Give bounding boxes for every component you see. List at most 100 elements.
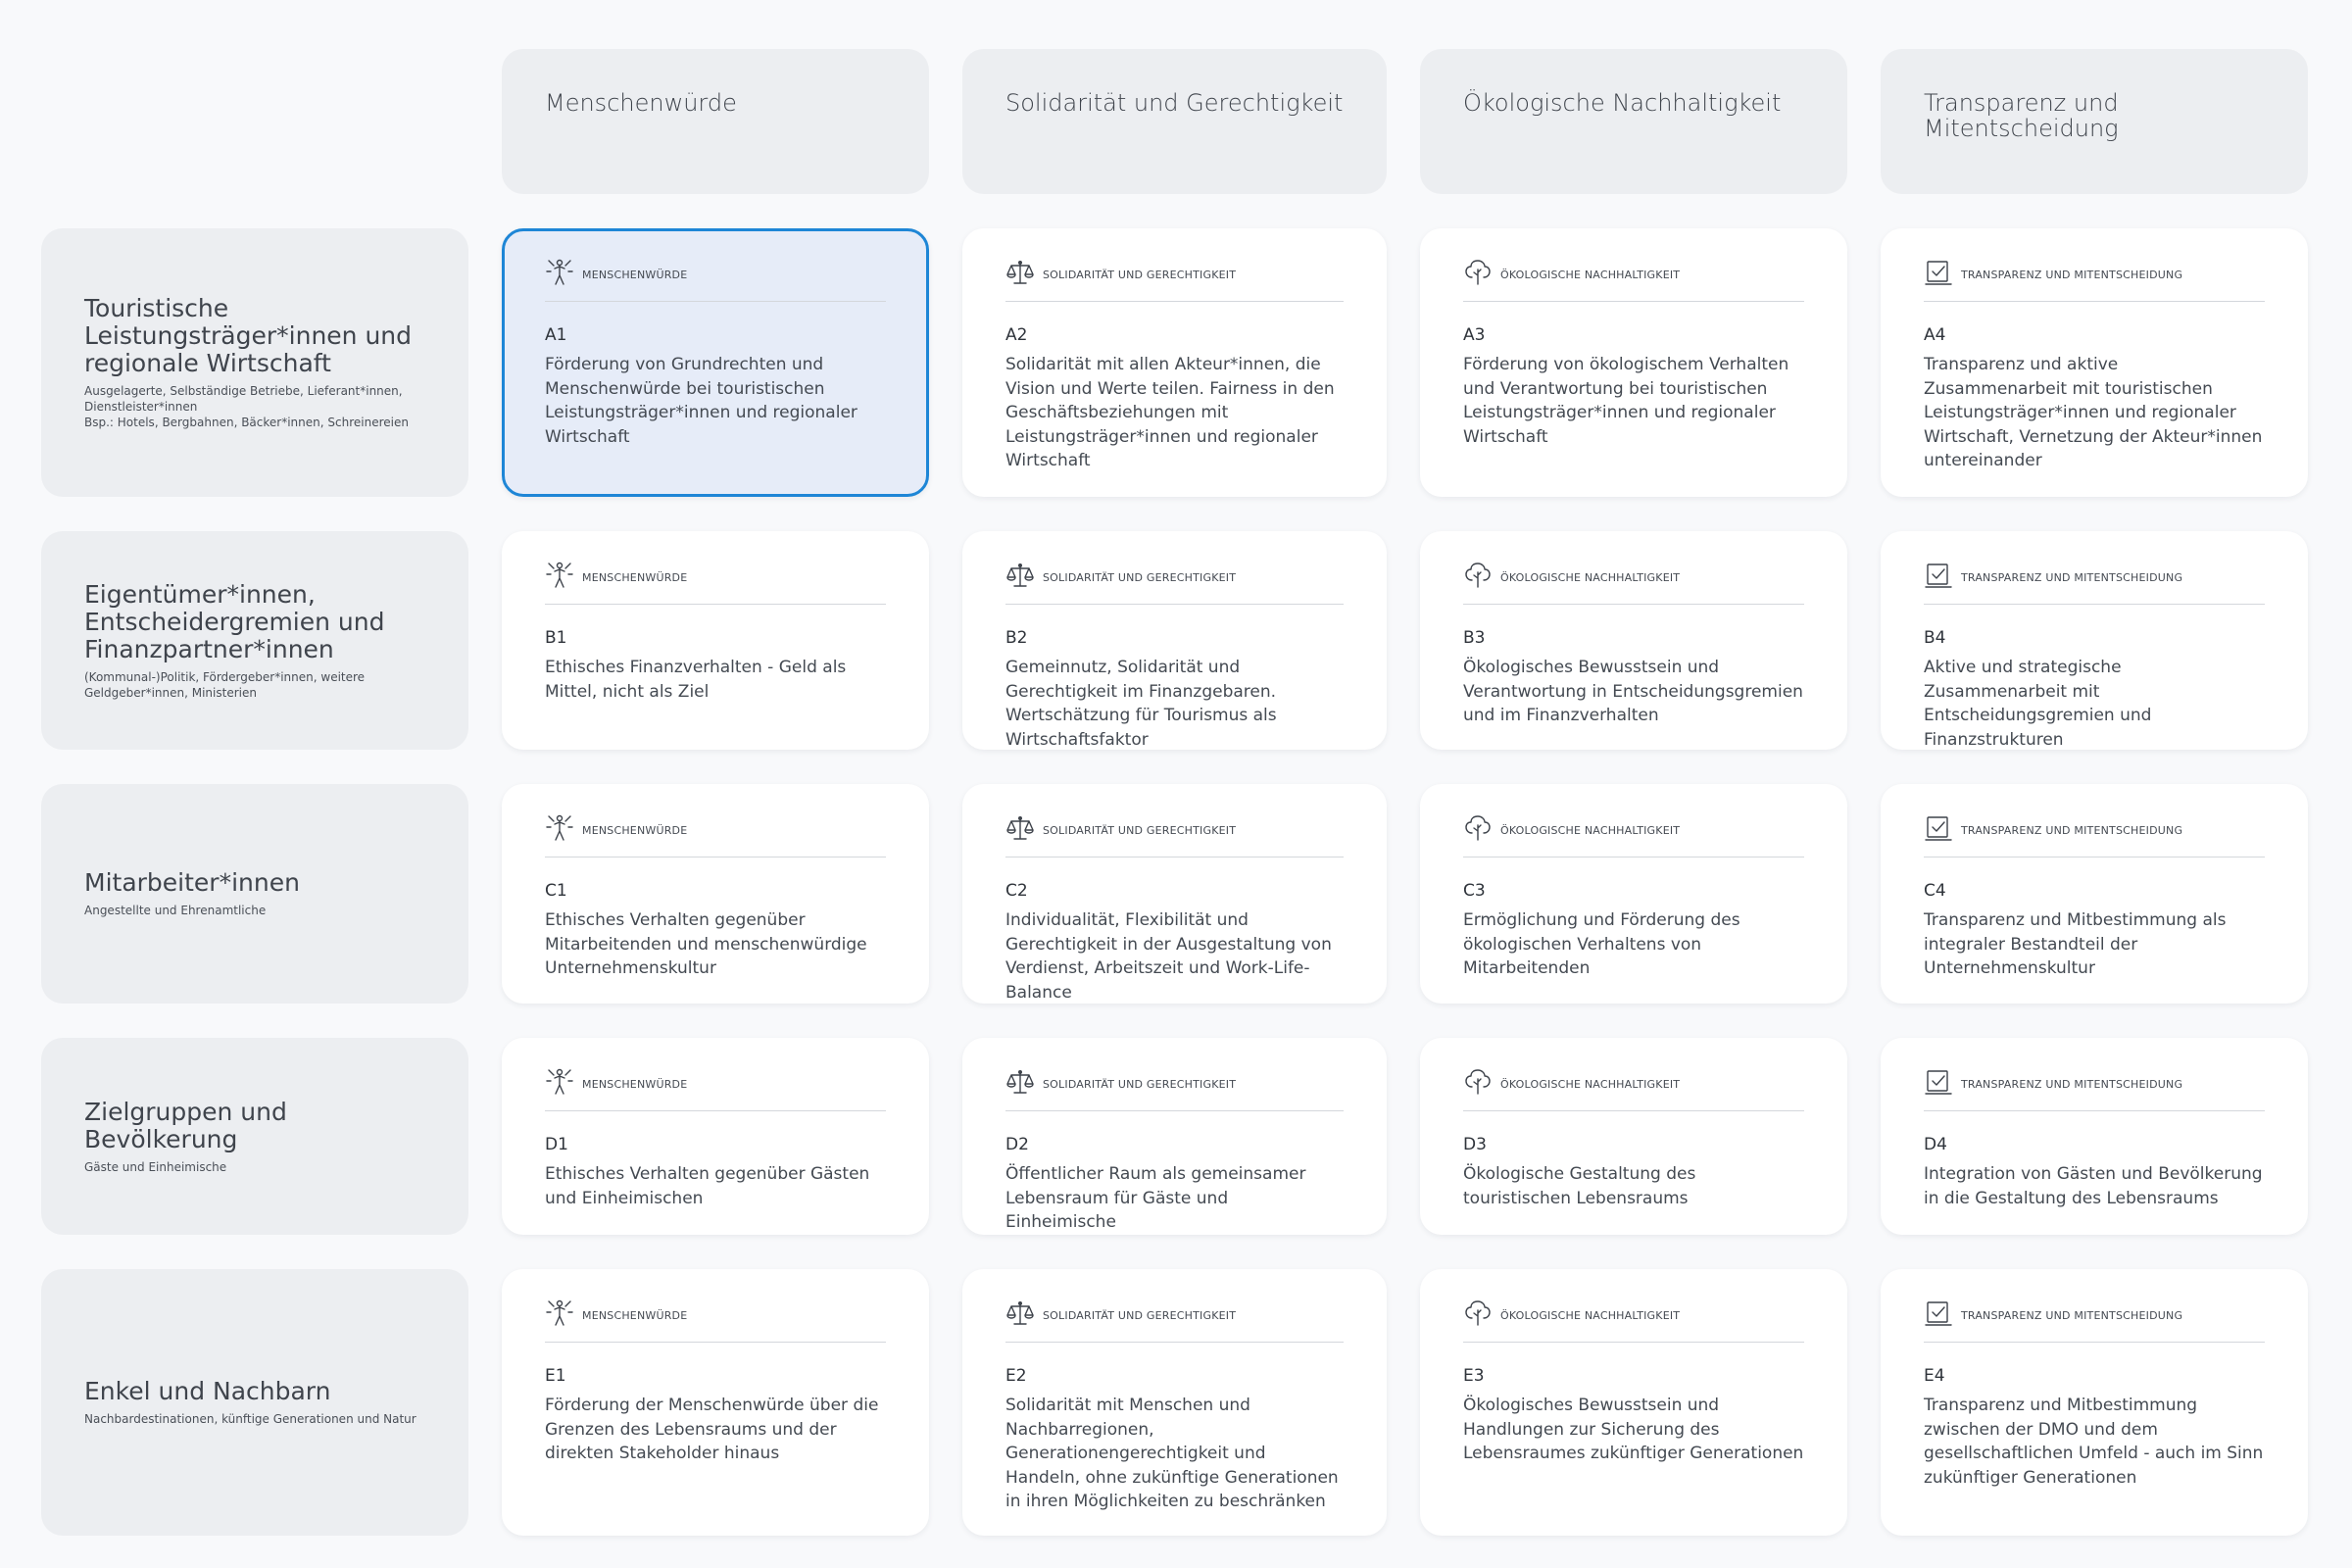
matrix-cell-b4[interactable]: TRANSPARENZ UND MITENTSCHEIDUNG B4 Aktive … [1881,531,2308,750]
row-header-a: Touristische Leistungsträger*innen und r… [41,228,468,497]
person-icon [545,813,574,847]
card-description: Förderung von Grundrechten und Menschenw… [545,355,858,447]
card-description: Ethisches Finanzverhalten - Geld als Mit… [545,658,847,702]
card-code: B1 [545,628,567,648]
card-category-label: MENSCHENWÜRDE [582,570,688,584]
card-category: ÖKOLOGISCHE NACHHALTIGKEIT [1463,260,1804,289]
card-category: MENSCHENWÜRDE [545,813,886,847]
person-icon [545,1067,574,1101]
matrix-cell-d1[interactable]: MENSCHENWÜRDE D1 Ethisches Verhalten gegen… [502,1038,929,1235]
column-header-transparenz: Transparenz und Mitentscheidung [1881,49,2308,194]
matrix-cell-a1[interactable]: MENSCHENWÜRDE A1 Förderung von Grundrechte… [502,228,929,497]
matrix-cell-b1[interactable]: MENSCHENWÜRDE B1 Ethisches Finanzverhalten… [502,531,929,750]
card-code: E1 [545,1366,566,1386]
card-divider [1463,1110,1804,1111]
matrix-cell-e3[interactable]: ÖKOLOGISCHE NACHHALTIGKEIT E3 Ökologisches… [1420,1269,1847,1536]
card-category: SOLIDARITÄT UND GERECHTIGKEIT [1005,260,1344,289]
card-code: D4 [1924,1135,1947,1154]
checkbox-icon [1924,1298,1953,1332]
column-header-label: Solidarität und Gerechtigkeit [1005,89,1344,117]
card-divider [1005,1110,1344,1111]
matrix-cell-a4[interactable]: TRANSPARENZ UND MITENTSCHEIDUNG A4 Transpa… [1881,228,2308,497]
card-divider [1005,604,1344,605]
person-icon [545,561,574,594]
checkbox-icon [1924,813,1953,847]
card-description: Solidarität mit Menschen und Nachbarregi… [1005,1396,1339,1511]
card-category: ÖKOLOGISCHE NACHHALTIGKEIT [1463,563,1804,592]
row-header-title: Touristische Leistungsträger*innen und r… [84,294,413,377]
tree-icon [1463,258,1493,291]
row-header-e: Enkel und Nachbarn Nachbardestinationen,… [41,1269,468,1536]
row-header-subtitle: Nachbardestinationen, künftige Generatio… [84,1412,416,1426]
card-divider [1924,301,2265,302]
checkbox-icon [1924,561,1953,594]
matrix-cell-a3[interactable]: ÖKOLOGISCHE NACHHALTIGKEIT A3 Förderung vo… [1420,228,1847,497]
card-code: C1 [545,881,567,901]
matrix-cell-d3[interactable]: ÖKOLOGISCHE NACHHALTIGKEIT D3 Ökologische … [1420,1038,1847,1235]
matrix-cell-c1[interactable]: MENSCHENWÜRDE C1 Ethisches Verhalten gegen… [502,784,929,1004]
row-header-title: Mitarbeiter*innen [84,868,300,897]
card-code: C3 [1463,881,1486,901]
matrix-cell-c2[interactable]: SOLIDARITÄT UND GERECHTIGKEIT C2 Individua… [962,784,1387,1004]
matrix-grid: Menschenwürde Solidarität und Gerechtigk… [41,49,2308,1536]
matrix-cell-b2[interactable]: SOLIDARITÄT UND GERECHTIGKEIT B2 Gemeinnut… [962,531,1387,750]
matrix-cell-c4[interactable]: TRANSPARENZ UND MITENTSCHEIDUNG C4 Transpa… [1881,784,2308,1004]
card-category: TRANSPARENZ UND MITENTSCHEIDUNG [1924,1069,2265,1099]
card-description: Ethisches Verhalten gegenüber Mitarbeite… [545,910,867,978]
matrix-cell-e1[interactable]: MENSCHENWÜRDE E1 Förderung der Menschenwür… [502,1269,929,1536]
card-divider [545,857,886,858]
card-category: ÖKOLOGISCHE NACHHALTIGKEIT [1463,1069,1804,1099]
card-category: TRANSPARENZ UND MITENTSCHEIDUNG [1924,563,2265,592]
matrix-cell-c3[interactable]: ÖKOLOGISCHE NACHHALTIGKEIT C3 Ermöglichung… [1420,784,1847,1004]
matrix-cell-d2[interactable]: SOLIDARITÄT UND GERECHTIGKEIT D2 Öffentlic… [962,1038,1387,1235]
card-description: Ökologische Gestaltung des touristischen… [1463,1164,1696,1208]
card-description: Transparenz und Mitbestimmung zwischen d… [1924,1396,2264,1488]
row-header-d: Zielgruppen und Bevölkerung Gäste und Ei… [41,1038,468,1235]
card-code: D2 [1005,1135,1029,1154]
card-divider [1005,857,1344,858]
card-category: SOLIDARITÄT UND GERECHTIGKEIT [1005,815,1344,845]
card-description: Ethisches Verhalten gegenüber Gästen und… [545,1164,870,1208]
matrix-cell-a2[interactable]: SOLIDARITÄT UND GERECHTIGKEIT A2 Solidarit… [962,228,1387,497]
matrix-cell-e2[interactable]: SOLIDARITÄT UND GERECHTIGKEIT E2 Solidarit… [962,1269,1387,1536]
card-category-label: SOLIDARITÄT UND GERECHTIGKEIT [1043,823,1237,837]
card-code: E4 [1924,1366,1945,1386]
card-category-label: SOLIDARITÄT UND GERECHTIGKEIT [1043,1077,1237,1091]
card-category-label: TRANSPARENZ UND MITENTSCHEIDUNG [1961,570,2183,584]
card-divider [1463,857,1804,858]
matrix-cell-d4[interactable]: TRANSPARENZ UND MITENTSCHEIDUNG D4 Integra… [1881,1038,2308,1235]
card-divider [1924,1342,2265,1343]
card-category-label: ÖKOLOGISCHE NACHHALTIGKEIT [1500,1077,1681,1091]
card-category: SOLIDARITÄT UND GERECHTIGKEIT [1005,563,1344,592]
card-description: Integration von Gästen und Bevölkerung i… [1924,1164,2263,1208]
card-code: B3 [1463,628,1486,648]
card-category: TRANSPARENZ UND MITENTSCHEIDUNG [1924,1300,2265,1330]
card-divider [1924,857,2265,858]
card-description: Öffentlicher Raum als gemeinsamer Lebens… [1005,1164,1306,1232]
card-category-label: ÖKOLOGISCHE NACHHALTIGKEIT [1500,1308,1681,1322]
card-category-label: TRANSPARENZ UND MITENTSCHEIDUNG [1961,1308,2183,1322]
card-category-label: MENSCHENWÜRDE [582,823,688,837]
card-category: TRANSPARENZ UND MITENTSCHEIDUNG [1924,815,2265,845]
card-divider [1463,1342,1804,1343]
card-category: ÖKOLOGISCHE NACHHALTIGKEIT [1463,1300,1804,1330]
card-category-label: TRANSPARENZ UND MITENTSCHEIDUNG [1961,823,2183,837]
card-code: B4 [1924,628,1946,648]
card-description: Förderung der Menschenwürde über die Gre… [545,1396,879,1463]
card-divider [1005,1342,1344,1343]
card-description: Gemeinnutz, Solidarität und Gerechtigkei… [1005,658,1277,750]
matrix-cell-b3[interactable]: ÖKOLOGISCHE NACHHALTIGKEIT B3 Ökologisches… [1420,531,1847,750]
column-header-label: Menschenwürde [545,89,737,117]
tree-icon [1463,1298,1493,1332]
row-header-title: Eigentümer*innen, Entscheidergremien und… [84,579,385,663]
scales-icon [1005,1067,1035,1101]
scales-icon [1005,1298,1035,1332]
card-code: D3 [1463,1135,1487,1154]
row-header-subtitle: Angestellte und Ehrenamtliche [84,904,267,917]
card-description: Förderung von ökologischem Verhalten und… [1463,355,1789,447]
card-description: Ökologisches Bewusstsein und Verantwortu… [1463,658,1803,725]
matrix-cell-e4[interactable]: TRANSPARENZ UND MITENTSCHEIDUNG E4 Transpa… [1881,1269,2308,1536]
card-code: D1 [545,1135,568,1154]
tree-icon [1463,1067,1493,1101]
card-description: Individualität, Flexibilität und Gerecht… [1005,910,1332,1003]
